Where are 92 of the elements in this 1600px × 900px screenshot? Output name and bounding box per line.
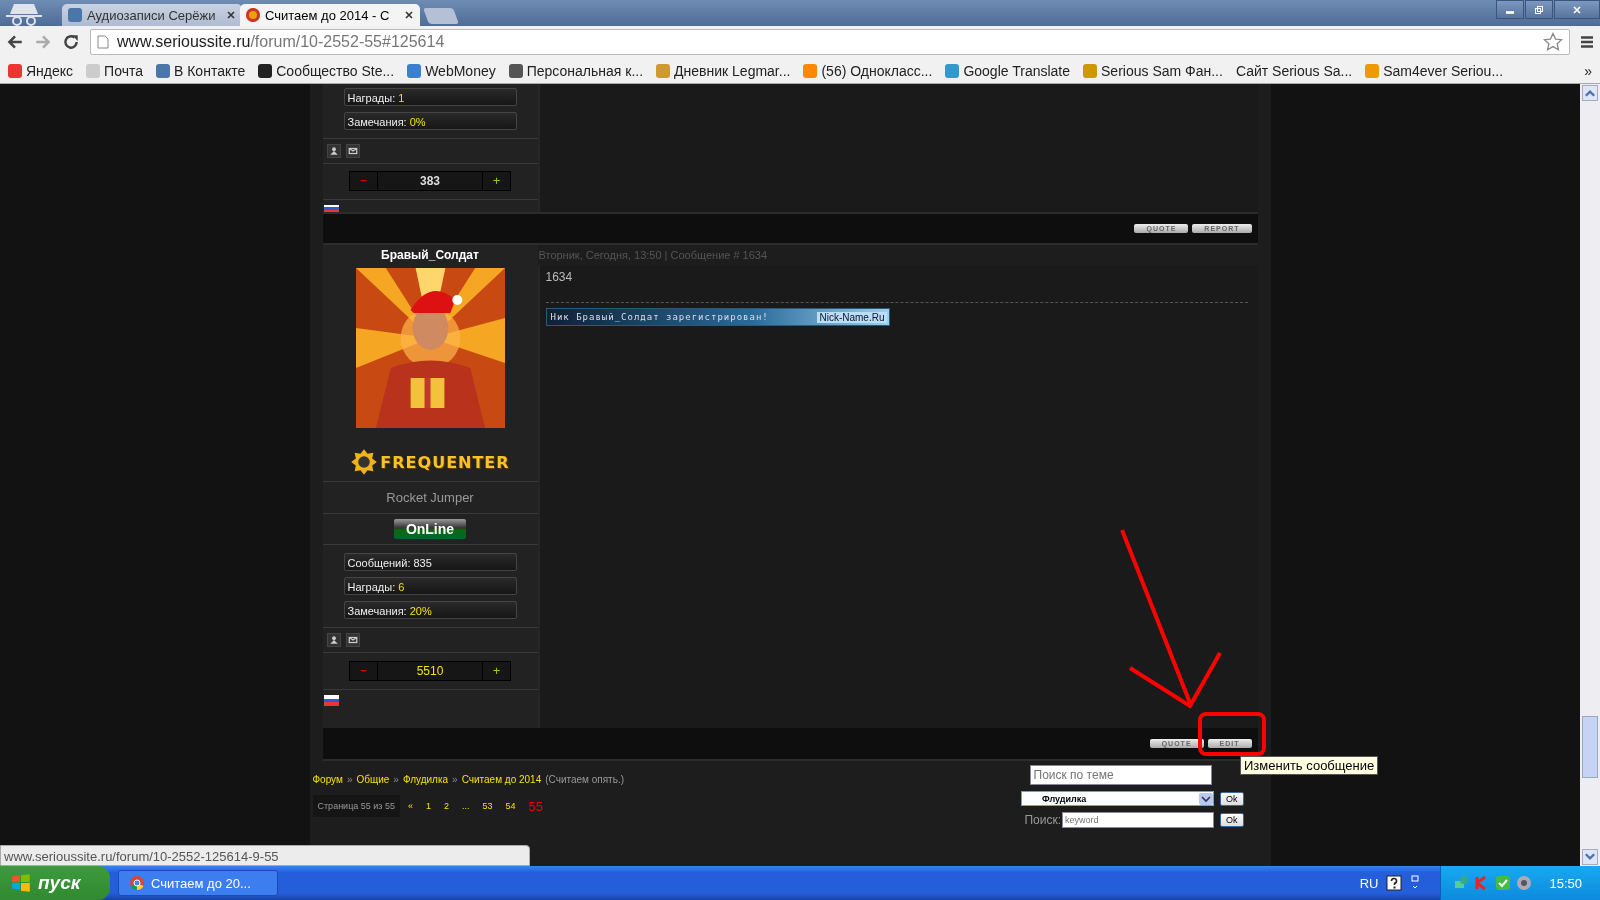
restore-button[interactable] — [1525, 0, 1553, 19]
new-tab-button[interactable] — [423, 8, 459, 24]
page-counter: Страница 55 из 55 — [312, 795, 400, 817]
reload-icon[interactable] — [62, 33, 80, 51]
page-icon — [97, 35, 109, 49]
user-rank: Rocket Jumper — [386, 490, 474, 505]
bookmark[interactable]: (56) Однокласс... — [803, 62, 933, 79]
close-icon — [1572, 4, 1582, 15]
russian-flag-icon — [323, 204, 339, 212]
star-icon[interactable] — [1543, 32, 1563, 52]
bookmark[interactable]: Сайт Serious Sa... — [1235, 62, 1353, 79]
bookmark[interactable]: Google Translate — [945, 62, 1071, 79]
search-field[interactable]: keyword — [1062, 812, 1214, 828]
close-button[interactable] — [1554, 0, 1600, 19]
user-stat: Замечания: 20% — [343, 601, 517, 619]
signature-banner[interactable]: Ник Бравый_Солдат зарегистрирован! Nick-Name.Ru — [545, 308, 890, 326]
profile-icon[interactable] — [326, 633, 341, 647]
bookmark[interactable]: Персональная к... — [508, 62, 644, 79]
topic-description: (Считаем опять.) — [545, 774, 624, 785]
scrollbar[interactable] — [1580, 84, 1600, 866]
bookmark[interactable]: Дневник Legmar... — [656, 62, 791, 79]
user-stat: Замечания: 0% — [343, 112, 517, 130]
incognito-icon — [4, 2, 44, 26]
scroll-down-icon[interactable] — [1582, 849, 1598, 865]
bookmark[interactable]: Sam4ever Seriou... — [1365, 62, 1504, 79]
rating-up-button[interactable]: + — [483, 172, 510, 191]
forum-select[interactable]: Флудилка — [1021, 791, 1214, 806]
rating-up-button[interactable]: + — [483, 662, 510, 680]
page-link[interactable]: 2 — [439, 801, 454, 811]
minimize-icon — [1506, 11, 1514, 14]
bookmark[interactable]: Яндекс — [8, 62, 74, 79]
restore-icon — [1534, 4, 1544, 15]
page-link[interactable]: 53 — [477, 801, 498, 811]
bookmark[interactable]: WebMoney — [407, 62, 496, 79]
ok-button[interactable]: Ok — [1220, 791, 1244, 806]
rating-down-button[interactable]: − — [350, 172, 377, 191]
taskbar-button[interactable]: Считаем до 20... — [118, 870, 278, 896]
page-link[interactable]: 55 — [523, 798, 549, 814]
start-button[interactable]: пуск — [0, 866, 110, 900]
minimize-button[interactable] — [1496, 0, 1524, 19]
status-url: www.serioussite.ru/forum/10-2552-125614-9-55 — [0, 845, 530, 866]
shield-check-icon[interactable] — [1495, 875, 1512, 891]
topic-search-field[interactable]: Поиск по теме — [1029, 765, 1212, 785]
online-status: OnLine — [393, 519, 467, 539]
scrollbar-thumb[interactable] — [1582, 716, 1598, 778]
user-stat: Награды: 6 — [343, 577, 517, 595]
breadcrumb-separator: » — [452, 774, 458, 785]
rating-down-button[interactable]: − — [350, 662, 377, 680]
rating-value: 5510 — [377, 662, 483, 680]
breadcrumb-link[interactable]: Общие — [356, 774, 390, 785]
rating-value: 383 — [377, 172, 483, 191]
dropdown-arrow-icon[interactable] — [1199, 792, 1213, 805]
more-bookmarks-button[interactable]: » — [1584, 62, 1592, 79]
help-icon[interactable] — [1386, 875, 1403, 891]
search-label: Поиск: — [1024, 813, 1061, 827]
browser-icon — [129, 875, 145, 891]
address-bar[interactable]: www.serioussite.ru/forum/10-2552-55#125614 — [90, 29, 1570, 55]
ok-button[interactable]: Ok — [1220, 813, 1244, 827]
window-toggle-icon[interactable] — [1410, 875, 1421, 891]
menu-icon[interactable] — [1580, 35, 1594, 49]
bookmark[interactable]: В Контакте — [156, 62, 246, 79]
user-stat: Награды: 1 — [343, 88, 517, 106]
profile-icon[interactable] — [326, 143, 341, 158]
breadcrumb-separator: » — [393, 774, 399, 785]
page-link[interactable]: « — [402, 801, 418, 811]
clock: 15:50 — [1549, 875, 1582, 891]
mail-icon[interactable] — [345, 143, 360, 158]
windows-logo-icon — [10, 872, 32, 894]
post-author[interactable]: Бравый_Солдат — [322, 245, 538, 265]
tooltip: Изменить сообщение — [1240, 756, 1379, 775]
page-link[interactable]: 54 — [500, 801, 521, 811]
bookmark[interactable]: Сообщество Ste... — [258, 62, 395, 79]
close-icon[interactable] — [404, 10, 414, 20]
bookmark[interactable]: Serious Sam Фан... — [1083, 62, 1223, 79]
bookmark[interactable]: Почта — [86, 62, 143, 79]
back-icon[interactable] — [6, 33, 24, 51]
browser-tab[interactable]: Считаем до 2014 - С — [240, 4, 420, 26]
breadcrumb-link[interactable]: Флудилка — [402, 774, 449, 785]
user-stat: Сообщений: 835 — [343, 553, 517, 571]
close-icon[interactable] — [226, 10, 236, 20]
breadcrumb-link[interactable]: Считаем до 2014 — [461, 774, 542, 785]
post-text: 1634 — [545, 270, 574, 284]
scroll-up-icon[interactable] — [1582, 85, 1598, 101]
browser-tab[interactable]: Аудиозаписи Серёжи — [62, 4, 242, 26]
mail-icon[interactable] — [345, 633, 360, 647]
page-link[interactable]: 1 — [421, 801, 436, 811]
breadcrumb-separator: » — [346, 774, 353, 785]
group-badge: FREQUENTER — [350, 448, 510, 476]
language-indicator[interactable]: RU — [1359, 875, 1379, 891]
page-link[interactable]: ... — [457, 801, 475, 811]
russian-flag-icon — [323, 695, 339, 706]
breadcrumb-link[interactable]: Форум — [312, 774, 343, 785]
